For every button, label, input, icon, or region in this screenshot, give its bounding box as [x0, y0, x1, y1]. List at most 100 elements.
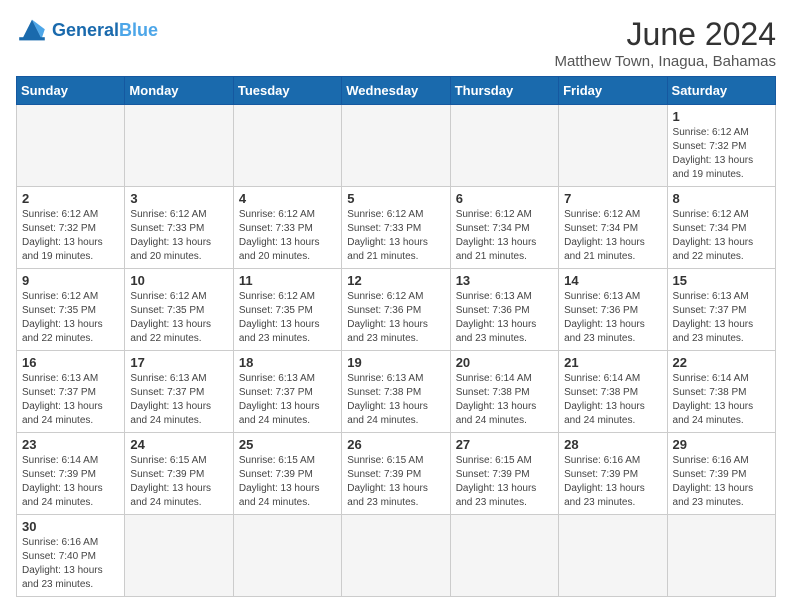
- day-info: Sunrise: 6:12 AM Sunset: 7:32 PM Dayligh…: [673, 126, 770, 182]
- logo-icon: [16, 16, 48, 44]
- calendar-header-row: SundayMondayTuesdayWednesdayThursdayFrid…: [17, 77, 776, 105]
- day-info: Sunrise: 6:13 AM Sunset: 7:36 PM Dayligh…: [564, 290, 661, 346]
- col-header-thursday: Thursday: [450, 77, 558, 105]
- day-info: Sunrise: 6:12 AM Sunset: 7:34 PM Dayligh…: [564, 208, 661, 264]
- day-number: 6: [456, 191, 553, 206]
- calendar-cell: [233, 515, 341, 597]
- day-number: 29: [673, 437, 770, 452]
- day-number: 21: [564, 355, 661, 370]
- col-header-sunday: Sunday: [17, 77, 125, 105]
- day-info: Sunrise: 6:12 AM Sunset: 7:34 PM Dayligh…: [456, 208, 553, 264]
- calendar-cell: 30Sunrise: 6:16 AM Sunset: 7:40 PM Dayli…: [17, 515, 125, 597]
- day-info: Sunrise: 6:13 AM Sunset: 7:37 PM Dayligh…: [673, 290, 770, 346]
- day-info: Sunrise: 6:12 AM Sunset: 7:35 PM Dayligh…: [22, 290, 119, 346]
- day-number: 16: [22, 355, 119, 370]
- day-info: Sunrise: 6:12 AM Sunset: 7:34 PM Dayligh…: [673, 208, 770, 264]
- day-info: Sunrise: 6:12 AM Sunset: 7:35 PM Dayligh…: [239, 290, 336, 346]
- calendar-cell: 26Sunrise: 6:15 AM Sunset: 7:39 PM Dayli…: [342, 433, 450, 515]
- header: GeneralBlue June 2024 Matthew Town, Inag…: [16, 16, 776, 70]
- calendar-cell: [342, 105, 450, 187]
- day-number: 23: [22, 437, 119, 452]
- day-info: Sunrise: 6:14 AM Sunset: 7:38 PM Dayligh…: [456, 372, 553, 428]
- calendar-cell: [125, 105, 233, 187]
- day-info: Sunrise: 6:13 AM Sunset: 7:38 PM Dayligh…: [347, 372, 444, 428]
- calendar-cell: 28 Sunrise: 6:16 AM Sunset: 7:39 PM Dayli…: [559, 433, 667, 515]
- day-number: 19: [347, 355, 444, 370]
- day-number: 3: [130, 191, 227, 206]
- location-subtitle: Matthew Town, Inagua, Bahamas: [554, 53, 776, 70]
- day-info: Sunrise: 6:12 AM Sunset: 7:32 PM Dayligh…: [22, 208, 119, 264]
- calendar-cell: [450, 105, 558, 187]
- calendar-cell: 29 Sunrise: 6:16 AM Sunset: 7:39 PM Dayli…: [667, 433, 775, 515]
- day-number: 22: [673, 355, 770, 370]
- calendar-cell: [559, 105, 667, 187]
- col-header-monday: Monday: [125, 77, 233, 105]
- calendar-week-3: 9 Sunrise: 6:12 AM Sunset: 7:35 PM Daylig…: [17, 269, 776, 351]
- calendar-cell: 9 Sunrise: 6:12 AM Sunset: 7:35 PM Daylig…: [17, 269, 125, 351]
- calendar-cell: 20Sunrise: 6:14 AM Sunset: 7:38 PM Dayli…: [450, 351, 558, 433]
- day-number: 27: [456, 437, 553, 452]
- calendar-cell: 11 Sunrise: 6:12 AM Sunset: 7:35 PM Dayli…: [233, 269, 341, 351]
- calendar-week-1: 1 Sunrise: 6:12 AM Sunset: 7:32 PM Daylig…: [17, 105, 776, 187]
- col-header-friday: Friday: [559, 77, 667, 105]
- day-number: 9: [22, 273, 119, 288]
- calendar-cell: 24Sunrise: 6:15 AM Sunset: 7:39 PM Dayli…: [125, 433, 233, 515]
- title-block: June 2024 Matthew Town, Inagua, Bahamas: [554, 16, 776, 70]
- calendar-cell: 12Sunrise: 6:12 AM Sunset: 7:36 PM Dayli…: [342, 269, 450, 351]
- calendar-week-5: 23Sunrise: 6:14 AM Sunset: 7:39 PM Dayli…: [17, 433, 776, 515]
- day-number: 10: [130, 273, 227, 288]
- calendar-cell: 3 Sunrise: 6:12 AM Sunset: 7:33 PM Daylig…: [125, 187, 233, 269]
- calendar-cell: 23Sunrise: 6:14 AM Sunset: 7:39 PM Dayli…: [17, 433, 125, 515]
- calendar-cell: 2 Sunrise: 6:12 AM Sunset: 7:32 PM Daylig…: [17, 187, 125, 269]
- day-number: 8: [673, 191, 770, 206]
- day-info: Sunrise: 6:14 AM Sunset: 7:38 PM Dayligh…: [673, 372, 770, 428]
- calendar-week-4: 16 Sunrise: 6:13 AM Sunset: 7:37 PM Dayli…: [17, 351, 776, 433]
- day-info: Sunrise: 6:13 AM Sunset: 7:37 PM Dayligh…: [239, 372, 336, 428]
- day-number: 28: [564, 437, 661, 452]
- day-info: Sunrise: 6:12 AM Sunset: 7:35 PM Dayligh…: [130, 290, 227, 346]
- day-info: Sunrise: 6:12 AM Sunset: 7:33 PM Dayligh…: [130, 208, 227, 264]
- calendar-cell: 18 Sunrise: 6:13 AM Sunset: 7:37 PM Dayli…: [233, 351, 341, 433]
- day-info: Sunrise: 6:15 AM Sunset: 7:39 PM Dayligh…: [347, 454, 444, 510]
- col-header-wednesday: Wednesday: [342, 77, 450, 105]
- day-number: 13: [456, 273, 553, 288]
- calendar-cell: 14Sunrise: 6:13 AM Sunset: 7:36 PM Dayli…: [559, 269, 667, 351]
- day-number: 2: [22, 191, 119, 206]
- month-title: June 2024: [554, 16, 776, 53]
- day-info: Sunrise: 6:15 AM Sunset: 7:39 PM Dayligh…: [239, 454, 336, 510]
- day-info: Sunrise: 6:16 AM Sunset: 7:39 PM Dayligh…: [564, 454, 661, 510]
- day-number: 25: [239, 437, 336, 452]
- calendar-cell: [559, 515, 667, 597]
- calendar-cell: 21 Sunrise: 6:14 AM Sunset: 7:38 PM Dayli…: [559, 351, 667, 433]
- col-header-saturday: Saturday: [667, 77, 775, 105]
- day-info: Sunrise: 6:15 AM Sunset: 7:39 PM Dayligh…: [130, 454, 227, 510]
- day-number: 11: [239, 273, 336, 288]
- calendar-cell: 16 Sunrise: 6:13 AM Sunset: 7:37 PM Dayli…: [17, 351, 125, 433]
- day-info: Sunrise: 6:13 AM Sunset: 7:37 PM Dayligh…: [130, 372, 227, 428]
- day-info: Sunrise: 6:12 AM Sunset: 7:33 PM Dayligh…: [347, 208, 444, 264]
- calendar-cell: 4Sunrise: 6:12 AM Sunset: 7:33 PM Daylig…: [233, 187, 341, 269]
- day-info: Sunrise: 6:13 AM Sunset: 7:37 PM Dayligh…: [22, 372, 119, 428]
- calendar-cell: 8 Sunrise: 6:12 AM Sunset: 7:34 PM Daylig…: [667, 187, 775, 269]
- day-info: Sunrise: 6:13 AM Sunset: 7:36 PM Dayligh…: [456, 290, 553, 346]
- day-number: 1: [673, 109, 770, 124]
- calendar-cell: [342, 515, 450, 597]
- day-number: 5: [347, 191, 444, 206]
- day-number: 18: [239, 355, 336, 370]
- calendar-cell: [450, 515, 558, 597]
- calendar-cell: [125, 515, 233, 597]
- calendar-cell: 1 Sunrise: 6:12 AM Sunset: 7:32 PM Daylig…: [667, 105, 775, 187]
- calendar-cell: 19 Sunrise: 6:13 AM Sunset: 7:38 PM Dayli…: [342, 351, 450, 433]
- calendar-cell: 25 Sunrise: 6:15 AM Sunset: 7:39 PM Dayli…: [233, 433, 341, 515]
- day-info: Sunrise: 6:15 AM Sunset: 7:39 PM Dayligh…: [456, 454, 553, 510]
- calendar-cell: 10 Sunrise: 6:12 AM Sunset: 7:35 PM Dayli…: [125, 269, 233, 351]
- day-info: Sunrise: 6:14 AM Sunset: 7:38 PM Dayligh…: [564, 372, 661, 428]
- day-number: 4: [239, 191, 336, 206]
- logo-text: GeneralBlue: [52, 20, 158, 41]
- day-number: 7: [564, 191, 661, 206]
- calendar-cell: 17Sunrise: 6:13 AM Sunset: 7:37 PM Dayli…: [125, 351, 233, 433]
- day-info: Sunrise: 6:12 AM Sunset: 7:36 PM Dayligh…: [347, 290, 444, 346]
- day-number: 15: [673, 273, 770, 288]
- day-info: Sunrise: 6:16 AM Sunset: 7:39 PM Dayligh…: [673, 454, 770, 510]
- calendar-cell: [17, 105, 125, 187]
